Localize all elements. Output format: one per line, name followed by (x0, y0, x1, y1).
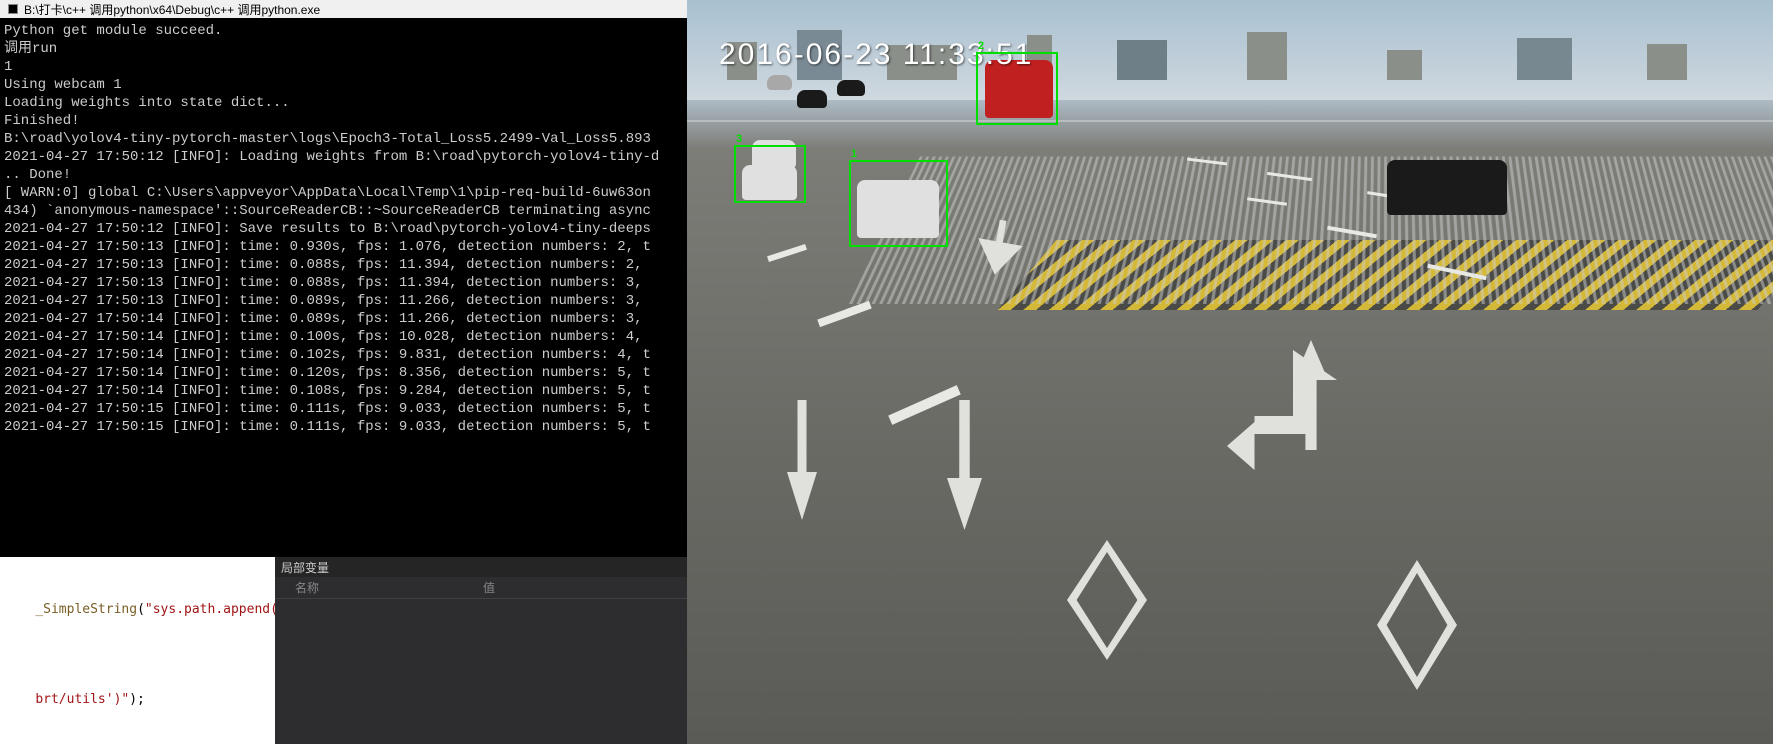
console-line: 1 (4, 58, 683, 76)
locals-columns-header: 名称 值 (275, 577, 687, 599)
vehicle (767, 75, 792, 90)
vehicle (1387, 160, 1507, 215)
road-arrow (787, 400, 817, 520)
console-line: 2021-04-27 17:50:12 [INFO]: Loading weig… (4, 148, 683, 166)
road-diamond (1067, 540, 1147, 660)
locals-col-value: 值 (475, 579, 687, 596)
detection-label: 1 (851, 148, 857, 160)
console-line: 调用run (4, 40, 683, 58)
road-arrow (947, 400, 982, 530)
console-line: .. Done! (4, 166, 683, 184)
code-string-literal: brt/utils')" (35, 692, 129, 707)
console-line: Finished! (4, 112, 683, 130)
window-icon (6, 2, 20, 16)
locals-panel-header: 局部变量 (275, 557, 687, 577)
road-diamond (1377, 560, 1457, 690)
code-paren: ( (137, 602, 145, 617)
locals-col-name: 名称 (275, 579, 475, 596)
console-line: Using webcam 1 (4, 76, 683, 94)
lane-dash (817, 301, 871, 327)
console-line: 2021-04-27 17:50:13 [INFO]: time: 0.088s… (4, 256, 683, 274)
detection-bbox: 2 (976, 52, 1058, 125)
window-title-text: B:\打卡\c++ 调用python\x64\Debug\c++ 调用pytho… (24, 1, 320, 18)
console-line: 434) `anonymous-namespace'::SourceReader… (4, 202, 683, 220)
lane-dash (767, 244, 807, 262)
console-output[interactable]: Python get module succeed.调用run1Using we… (0, 18, 687, 557)
locals-panel[interactable]: 局部变量 名称 值 (275, 557, 687, 744)
console-line: 2021-04-27 17:50:14 [INFO]: time: 0.089s… (4, 310, 683, 328)
vehicle (837, 80, 865, 96)
code-line: brt/utils')"); (0, 655, 275, 744)
console-line: 2021-04-27 17:50:14 [INFO]: time: 0.100s… (4, 328, 683, 346)
code-line: _SimpleString("sys.path.append('B (0, 565, 275, 655)
detection-bbox: 1 (849, 160, 948, 247)
console-line: Python get module succeed. (4, 22, 683, 40)
console-line: 2021-04-27 17:50:14 [INFO]: time: 0.108s… (4, 382, 683, 400)
code-close: ); (129, 692, 145, 707)
console-line: B:\road\yolov4-tiny-pytorch-master\logs\… (4, 130, 683, 148)
lane-dash (888, 385, 961, 425)
console-line: 2021-04-27 17:50:12 [INFO]: Save results… (4, 220, 683, 238)
code-editor[interactable]: _SimpleString("sys.path.append('B brt/ut… (0, 557, 275, 744)
console-line: 2021-04-27 17:50:13 [INFO]: time: 0.930s… (4, 238, 683, 256)
video-output: 2016-06-23 11:33:51 312 (687, 0, 1773, 744)
code-function-name: _SimpleString (35, 602, 137, 617)
lane-line (687, 120, 1773, 122)
window-titlebar[interactable]: B:\打卡\c++ 调用python\x64\Debug\c++ 调用pytho… (0, 0, 687, 18)
code-string-literal: "sys.path.append('B (145, 602, 275, 617)
console-line: 2021-04-27 17:50:14 [INFO]: time: 0.102s… (4, 346, 683, 364)
detection-label: 3 (736, 133, 742, 145)
console-line: [ WARN:0] global C:\Users\appveyor\AppDa… (4, 184, 683, 202)
console-line: 2021-04-27 17:50:14 [INFO]: time: 0.120s… (4, 364, 683, 382)
console-line: 2021-04-27 17:50:13 [INFO]: time: 0.089s… (4, 292, 683, 310)
detection-label: 2 (978, 40, 984, 52)
console-line: Loading weights into state dict... (4, 94, 683, 112)
vehicle (797, 90, 827, 108)
console-line: 2021-04-27 17:50:15 [INFO]: time: 0.111s… (4, 418, 683, 436)
detection-bbox: 3 (734, 145, 806, 203)
console-line: 2021-04-27 17:50:13 [INFO]: time: 0.088s… (4, 274, 683, 292)
console-line: 2021-04-27 17:50:15 [INFO]: time: 0.111s… (4, 400, 683, 418)
